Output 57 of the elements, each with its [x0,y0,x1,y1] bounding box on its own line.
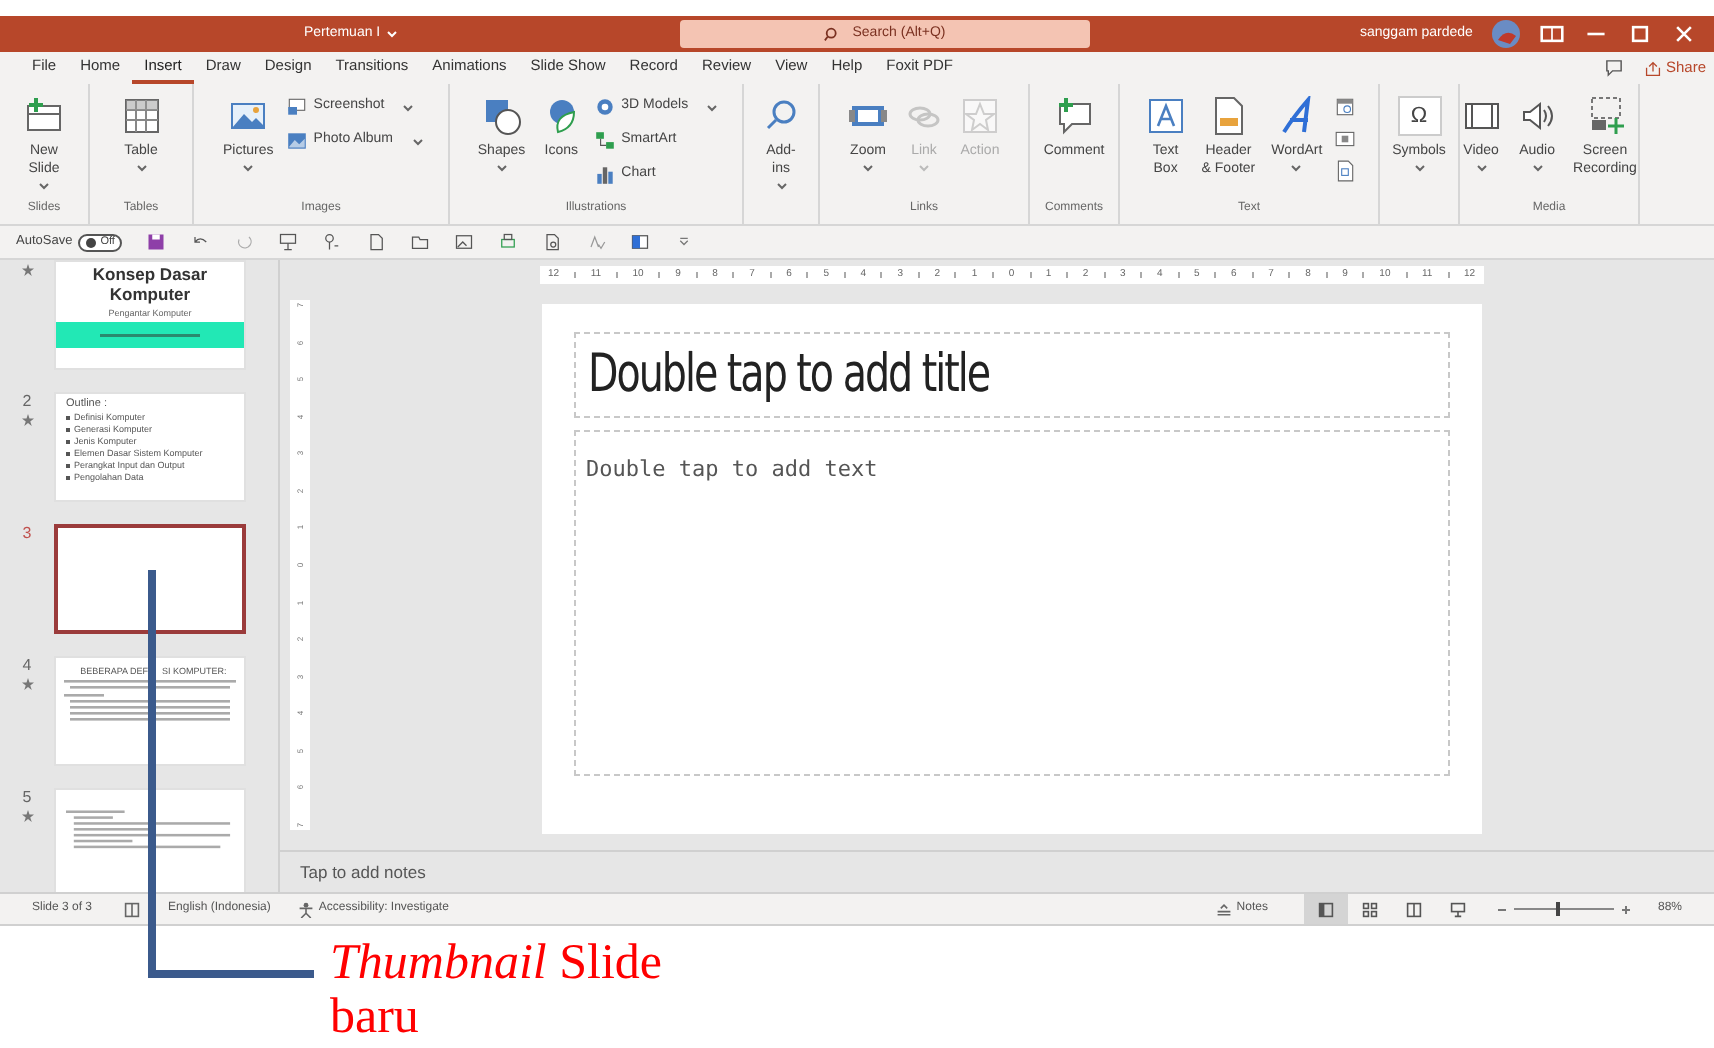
text-box-icon [1145,96,1186,136]
photo-album-icon [285,130,308,152]
slide-number: 4 [22,656,32,674]
print-preview-icon[interactable] [542,232,563,252]
close-icon[interactable] [1672,22,1697,46]
caret-icon [386,30,399,38]
bullet-mark [66,464,70,468]
slide-number: 3 [22,524,32,542]
screenshot-icon [285,96,308,118]
title-placeholder[interactable]: Double tap to add title [574,332,1450,418]
view-button[interactable] [1303,894,1348,924]
new-file-icon[interactable] [366,232,387,252]
star-icon [960,96,1000,136]
text-lines-drawing [100,333,200,337]
omega-icon: Ω [1397,96,1441,136]
slide-title: Konsep Dasar Komputer [92,264,208,304]
document-icon[interactable] [1334,160,1357,182]
new-slide-icon [24,96,64,136]
search-icon [824,25,843,43]
folder-icon[interactable] [410,232,431,252]
body-placeholder[interactable]: Double tap to add text [574,430,1450,776]
maximize-icon[interactable] [1628,22,1653,46]
reading-view-icon [1405,901,1422,917]
shapes-icon [481,96,522,136]
zoom-in-icon[interactable] [1619,903,1632,915]
slideshow-icon [1449,901,1466,917]
comment-icon [1054,96,1094,136]
calendar-icon[interactable] [1334,96,1357,118]
annotation-caption: Thumbnail Slide baru [330,936,665,1044]
comment-icon[interactable] [1603,58,1624,78]
hierarchy-icon [593,130,616,152]
speaker-icon [1517,96,1558,136]
accessibility-icon [298,901,315,917]
number-box-icon[interactable] [1334,128,1357,150]
bullet-mark [66,416,70,420]
slide-number: 5 [22,788,32,806]
normal-view-icon [1317,901,1334,917]
slide-thumbnail[interactable] [54,524,246,634]
zoom-out-icon[interactable] [1495,903,1508,915]
bullet-mark [66,452,70,456]
image-icon[interactable] [454,232,475,252]
bullet-mark [66,476,70,480]
bar-chart-icon [593,164,616,186]
layout-icon[interactable] [630,232,651,252]
slide-number: 2 [22,392,32,410]
bullet-mark [66,428,70,432]
notes-placeholder[interactable]: Tap to add notes [300,859,426,885]
table-icon [121,96,161,136]
slide-sorter-icon [1361,901,1378,917]
screen-recording-icon [1585,96,1625,136]
save-icon[interactable] [146,232,167,252]
share-icon [1643,59,1662,77]
bullet-mark [66,440,70,444]
notes-icon [1216,901,1233,917]
printer-icon[interactable] [498,232,519,252]
presentation-icon[interactable] [278,232,299,252]
ribbon-display-icon[interactable] [1540,22,1565,46]
